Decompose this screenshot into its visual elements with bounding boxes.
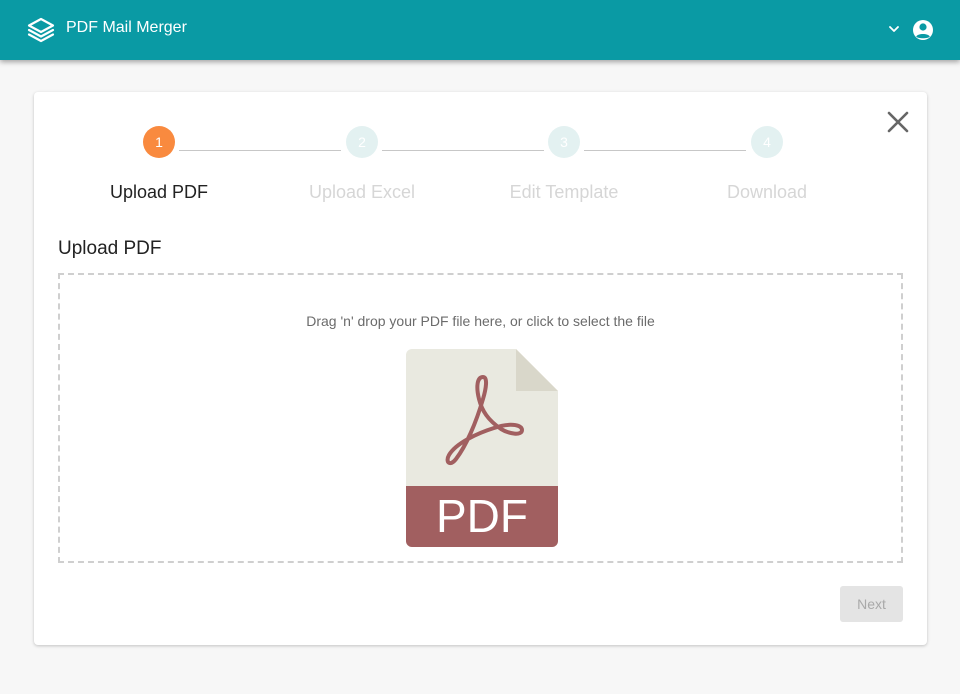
step-edit-template: 3 Edit Template	[454, 126, 674, 203]
close-icon[interactable]	[884, 108, 912, 136]
dropzone-hint: Drag 'n' drop your PDF file here, or cli…	[306, 313, 655, 329]
pdf-badge-text: PDF	[436, 490, 528, 542]
step-label: Edit Template	[509, 182, 619, 202]
layers-icon	[27, 17, 55, 43]
account-circle-icon[interactable]	[911, 18, 935, 42]
app-title: PDF Mail Merger	[66, 19, 187, 36]
step-upload-pdf: 1 Upload PDF	[49, 126, 269, 203]
step-label: Download	[726, 182, 808, 202]
step-label: Upload Excel	[308, 182, 416, 202]
pdf-dropzone[interactable]: Drag 'n' drop your PDF file here, or cli…	[58, 273, 903, 563]
step-number-badge: 4	[751, 126, 783, 158]
app-bar: PDF Mail Merger	[0, 0, 960, 60]
section-title: Upload PDF	[58, 238, 162, 259]
wizard-card: 1 Upload PDF 2 Upload Excel 3 Edit Templ…	[34, 92, 927, 645]
step-number-badge: 1	[143, 126, 175, 158]
chevron-down-icon[interactable]	[887, 22, 901, 36]
next-button[interactable]: Next	[840, 586, 903, 622]
step-download: 4 Download	[657, 126, 877, 203]
step-label: Upload PDF	[109, 182, 209, 202]
step-number-badge: 3	[548, 126, 580, 158]
step-number-badge: 2	[346, 126, 378, 158]
pdf-file-icon: PDF	[406, 349, 558, 547]
step-upload-excel: 2 Upload Excel	[252, 126, 472, 203]
